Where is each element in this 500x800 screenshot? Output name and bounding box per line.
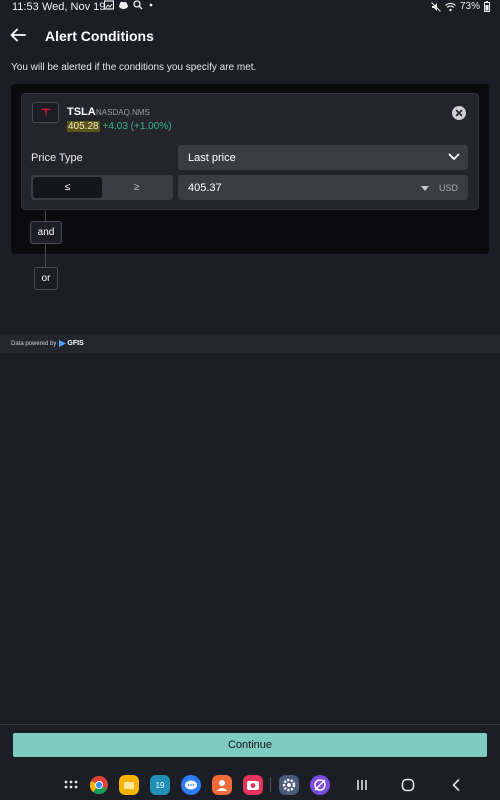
gfis-provider: GFIS xyxy=(67,340,84,347)
chevron-down-icon xyxy=(448,153,460,160)
system-icons: 73% xyxy=(431,1,490,12)
footer-divider xyxy=(0,724,500,725)
operator-toggle: ≤ ≥ xyxy=(31,175,173,200)
nav-back-icon[interactable] xyxy=(449,778,463,792)
price-type-select[interactable]: Last price xyxy=(178,145,468,170)
chrome-icon[interactable] xyxy=(89,775,109,795)
stock-price: 405.28 xyxy=(67,121,100,132)
screen-recorder-icon[interactable] xyxy=(243,775,263,795)
page-title: Alert Conditions xyxy=(45,28,154,44)
stock-quote: 405.28 +4.03 (+1.00%) xyxy=(67,121,172,132)
triangle-down-icon[interactable] xyxy=(421,186,429,191)
price-type-label: Price Type xyxy=(31,152,83,164)
stock-ticker: TSLA xyxy=(67,106,96,118)
back-arrow-icon[interactable] xyxy=(9,26,27,44)
apps-grid-icon[interactable] xyxy=(61,775,81,795)
close-icon xyxy=(455,109,463,117)
operator-greater-equal[interactable]: ≥ xyxy=(102,177,171,198)
remove-condition-button[interactable] xyxy=(452,106,466,120)
tesla-logo xyxy=(32,102,59,123)
stock-change: +4.03 (+1.00%) xyxy=(102,121,172,132)
page-subtitle: You will be alerted if the conditions yo… xyxy=(11,62,257,73)
powered-by-label: Data powered by xyxy=(11,340,57,347)
price-value: 405.37 xyxy=(188,182,222,194)
status-bar: 11:53 Wed, Nov 19 73% xyxy=(0,0,500,16)
wifi-icon xyxy=(445,2,456,11)
tesla-logo-icon xyxy=(40,107,51,118)
operator-less-equal[interactable]: ≤ xyxy=(33,177,102,198)
files-icon[interactable] xyxy=(119,775,139,795)
add-and-condition-button[interactable]: and xyxy=(30,221,62,244)
price-type-value: Last price xyxy=(188,152,236,164)
calendar-icon[interactable]: 19 xyxy=(150,775,170,795)
battery-percent: 73% xyxy=(459,1,480,12)
mute-icon xyxy=(431,1,441,12)
calendar-day: 19 xyxy=(155,780,165,790)
home-icon[interactable] xyxy=(401,778,415,792)
search-notification-icon xyxy=(133,0,143,10)
notification-icons xyxy=(104,0,154,10)
contacts-icon[interactable] xyxy=(212,775,232,795)
messages-icon[interactable] xyxy=(181,775,201,795)
dock-divider xyxy=(270,777,271,792)
gfis-mark-icon xyxy=(59,340,67,347)
add-or-condition-button[interactable]: or xyxy=(34,267,58,290)
status-time: 11:53 xyxy=(12,1,39,13)
stock-exchange: NASDAQ.NMS xyxy=(96,108,150,117)
settings-icon[interactable] xyxy=(279,775,299,795)
app-bar: Alert Conditions xyxy=(0,20,500,52)
continue-button[interactable]: Continue xyxy=(13,733,487,757)
dot-notification-icon xyxy=(149,3,153,7)
cloud-notification-icon xyxy=(119,1,128,9)
gallery-notification-icon xyxy=(104,0,114,10)
status-date: Wed, Nov 19 xyxy=(42,1,106,13)
battery-icon xyxy=(484,1,490,12)
recent-apps-icon[interactable] xyxy=(355,778,369,792)
browser-icon[interactable] xyxy=(310,775,330,795)
data-attribution: Data powered by GFIS xyxy=(0,334,500,353)
gfis-logo: GFIS xyxy=(59,340,84,347)
price-value-input[interactable]: 405.37 USD xyxy=(178,175,468,200)
currency-label: USD xyxy=(439,183,459,193)
